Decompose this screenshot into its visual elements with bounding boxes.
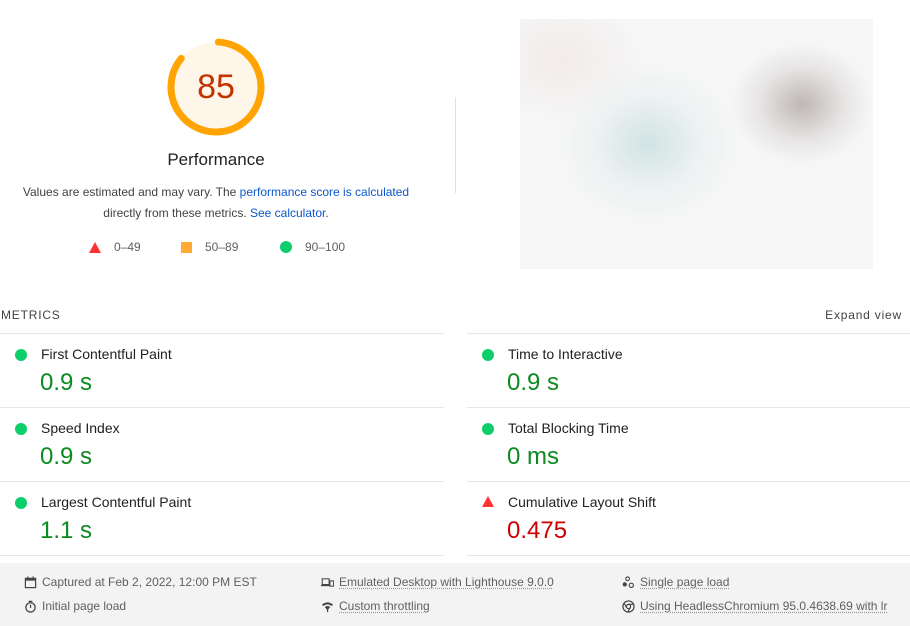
browser-link[interactable]: Using HeadlessChromium 95.0.4638.69 with… xyxy=(640,599,887,613)
pass-circle-icon xyxy=(15,497,27,509)
metric-name: First Contentful Paint xyxy=(41,346,172,362)
legend-item-fail: 0–49 xyxy=(89,240,141,254)
description-period: . xyxy=(325,206,329,220)
pass-circle-icon xyxy=(15,349,27,361)
metric-value: 0.9 s xyxy=(507,369,560,396)
chrome-icon xyxy=(622,599,635,613)
final-screenshot-thumbnail[interactable] xyxy=(520,19,873,269)
performance-gauge: 85 xyxy=(166,37,266,137)
legend-range: 0–49 xyxy=(114,240,141,254)
metric-value: 0 ms xyxy=(507,443,560,470)
score-description: Values are estimated and may vary. The p… xyxy=(0,182,432,224)
metric-name: Total Blocking Time xyxy=(508,420,629,436)
score-legend: 0–49 50–89 90–100 xyxy=(0,240,432,256)
device-link[interactable]: Emulated Desktop with Lighthouse 9.0.0 xyxy=(339,575,554,589)
description-text: Values are estimated and may vary. The xyxy=(22,185,240,199)
wifi-throttling-icon xyxy=(321,601,334,612)
runtime-settings-footer: Captured at Feb 2, 2022, 12:00 PM EST In… xyxy=(0,563,910,626)
legend-item-average: 50–89 xyxy=(181,240,238,254)
metric-value: 0.475 xyxy=(507,517,568,544)
performance-score: 85 xyxy=(197,68,235,106)
metric-speed-index: Speed Index 0.9 s xyxy=(0,407,444,481)
initial-load-text: Initial page load xyxy=(42,599,127,613)
throttling-info[interactable]: Custom throttling xyxy=(321,599,430,613)
fail-triangle-icon xyxy=(482,496,494,507)
throttling-link[interactable]: Custom throttling xyxy=(339,599,430,613)
metric-value: 0.9 s xyxy=(40,443,93,470)
gauge-title: Performance xyxy=(167,150,265,169)
description-text-2: directly from these metrics. xyxy=(103,206,250,220)
metric-name: Speed Index xyxy=(41,420,120,436)
metric-name: Time to Interactive xyxy=(508,346,623,362)
legend-range: 90–100 xyxy=(305,240,346,254)
metric-value: 1.1 s xyxy=(40,517,93,544)
metric-name: Cumulative Layout Shift xyxy=(508,494,656,510)
see-calculator-link[interactable]: See calculator xyxy=(250,206,325,220)
pass-circle-icon xyxy=(482,349,494,361)
captured-at-text: Captured at Feb 2, 2022, 12:00 PM EST xyxy=(42,575,257,589)
legend-range: 50–89 xyxy=(205,240,239,254)
score-calculated-link[interactable]: performance score is calculated xyxy=(240,185,409,199)
triangle-icon xyxy=(89,241,101,253)
session-link[interactable]: Single page load xyxy=(640,575,729,589)
calendar-icon xyxy=(24,575,37,588)
vertical-divider xyxy=(455,97,456,193)
metric-largest-contentful-paint: Largest Contentful Paint 1.1 s xyxy=(0,481,444,556)
single-load-icon xyxy=(622,575,634,588)
legend-item-pass: 90–100 xyxy=(280,240,345,254)
browser-info[interactable]: Using HeadlessChromium 95.0.4638.69 with… xyxy=(622,599,887,613)
expand-view-button[interactable]: Expand view xyxy=(825,308,902,322)
captured-at-info: Captured at Feb 2, 2022, 12:00 PM EST xyxy=(24,575,257,589)
stopwatch-icon xyxy=(25,600,36,613)
square-icon xyxy=(181,241,192,253)
device-info[interactable]: Emulated Desktop with Lighthouse 9.0.0 xyxy=(321,575,554,589)
circle-icon xyxy=(280,241,292,253)
initial-load-info: Initial page load xyxy=(24,599,126,613)
metric-cumulative-layout-shift: Cumulative Layout Shift 0.475 xyxy=(467,481,910,556)
metric-time-to-interactive: Time to Interactive 0.9 s xyxy=(467,333,910,407)
session-info[interactable]: Single page load xyxy=(622,575,729,589)
metric-name: Largest Contentful Paint xyxy=(41,494,192,510)
metric-first-contentful-paint: First Contentful Paint 0.9 s xyxy=(0,333,444,407)
metric-total-blocking-time: Total Blocking Time 0 ms xyxy=(467,407,910,481)
desktop-device-icon xyxy=(321,577,334,587)
pass-circle-icon xyxy=(15,423,27,435)
pass-circle-icon xyxy=(482,423,494,435)
metrics-heading: METRICS xyxy=(1,308,61,322)
metric-value: 0.9 s xyxy=(40,369,93,396)
